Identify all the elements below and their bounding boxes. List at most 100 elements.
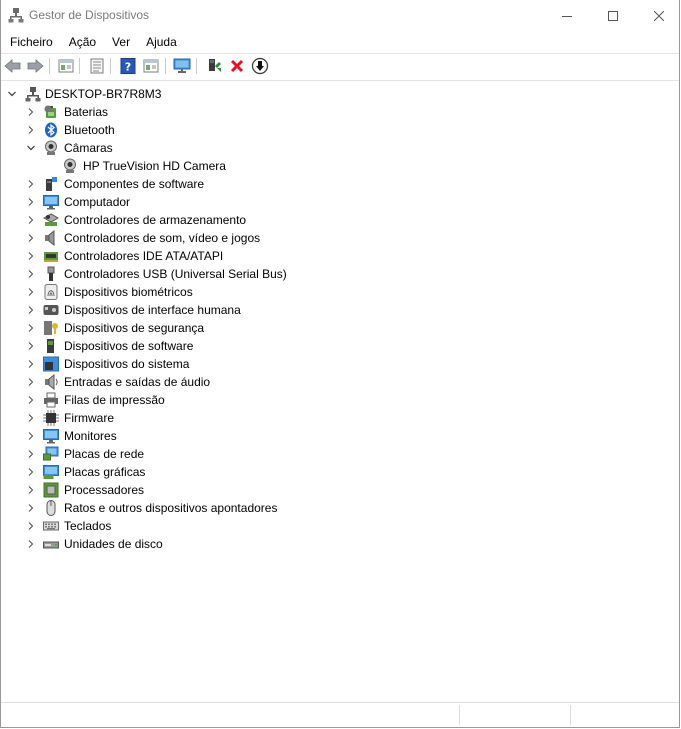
menu-bar: Ficheiro Ação Ver Ajuda	[1, 31, 679, 53]
minimize-icon	[562, 15, 572, 17]
title-bar[interactable]: Gestor de Dispositivos	[1, 0, 679, 31]
processor-icon	[43, 482, 59, 498]
close-button[interactable]	[636, 0, 681, 31]
chevron-right-icon[interactable]	[26, 431, 36, 441]
chevron-down-icon[interactable]	[26, 143, 36, 153]
menu-acao[interactable]: Ação	[61, 31, 104, 53]
storage-controller-icon	[43, 212, 59, 228]
chevron-right-icon[interactable]	[26, 377, 36, 387]
update-driver-button[interactable]	[204, 56, 224, 76]
chevron-right-icon[interactable]	[26, 503, 36, 513]
sound-icon	[43, 230, 59, 246]
chevron-right-icon[interactable]	[26, 305, 36, 315]
tree-item-label: Placas gráficas	[64, 465, 146, 479]
tree-item-label: Filas de impressão	[64, 393, 165, 407]
tree-item-label: Controladores de armazenamento	[64, 213, 247, 227]
chevron-right-icon[interactable]	[26, 125, 36, 135]
firmware-icon	[43, 410, 59, 426]
help-icon: ?	[120, 58, 136, 74]
disable-device-button[interactable]	[250, 56, 270, 76]
chevron-right-icon[interactable]	[26, 107, 36, 117]
device-manager-window: Gestor de Dispositivos Ficheiro Ação Ver…	[0, 0, 680, 728]
tree-item-label: Baterias	[64, 105, 109, 119]
status-bar-divider	[570, 705, 571, 725]
toolbar-separator	[165, 58, 166, 74]
svg-text:?: ?	[125, 61, 131, 74]
tree-item-label: Dispositivos do sistema	[64, 357, 190, 371]
camera-icon	[62, 158, 78, 174]
chevron-right-icon[interactable]	[26, 521, 36, 531]
tree-item-label: Computador	[64, 195, 131, 209]
close-icon	[654, 10, 664, 21]
chevron-right-icon[interactable]	[26, 251, 36, 261]
scan-hardware-button[interactable]	[172, 56, 192, 76]
help-button[interactable]: ?	[118, 56, 138, 76]
view-button[interactable]	[141, 56, 161, 76]
chevron-right-icon[interactable]	[26, 269, 36, 279]
bluetooth-icon	[43, 122, 59, 138]
chevron-right-icon[interactable]	[26, 395, 36, 405]
tree-item-label: Dispositivos de segurança	[64, 321, 205, 335]
forward-button[interactable]	[25, 56, 45, 76]
chevron-right-icon[interactable]	[26, 197, 36, 207]
chevron-right-icon[interactable]	[26, 467, 36, 477]
keyboard-icon	[43, 518, 59, 534]
menu-ajuda[interactable]: Ajuda	[138, 31, 185, 53]
chevron-right-icon[interactable]	[26, 179, 36, 189]
back-button[interactable]	[3, 56, 23, 76]
minimize-button[interactable]	[544, 0, 590, 31]
printer-icon	[43, 392, 59, 408]
tree-item-label: Ratos e outros dispositivos apontadores	[64, 501, 278, 515]
chevron-right-icon[interactable]	[26, 323, 36, 333]
menu-ver[interactable]: Ver	[104, 31, 138, 53]
chevron-right-icon[interactable]	[26, 485, 36, 495]
monitor-icon	[173, 58, 191, 73]
system-device-icon	[43, 356, 59, 372]
monitor-icon	[43, 428, 59, 444]
toolbar-separator	[79, 58, 80, 74]
tree-item-label: Controladores de som, vídeo e jogos	[64, 231, 261, 245]
tree-item-label: Dispositivos de interface humana	[64, 303, 241, 317]
disable-device-icon	[251, 57, 269, 75]
fingerprint-icon	[43, 284, 59, 300]
chevron-right-icon[interactable]	[26, 413, 36, 423]
display-adapter-icon	[43, 464, 59, 480]
camera-icon	[43, 140, 59, 156]
tree-item-label: Câmaras	[64, 141, 113, 155]
chevron-down-icon[interactable]	[7, 89, 17, 99]
tree-item-label: Unidades de disco	[64, 537, 163, 551]
window-title: Gestor de Dispositivos	[29, 8, 150, 22]
ide-icon	[43, 248, 59, 264]
tree-item-label: Entradas e saídas de áudio	[64, 375, 211, 389]
software-component-icon	[43, 176, 59, 192]
menu-ficheiro[interactable]: Ficheiro	[1, 31, 61, 53]
forward-arrow-icon	[27, 59, 44, 73]
chevron-right-icon[interactable]	[26, 233, 36, 243]
network-adapter-icon	[43, 446, 59, 462]
chevron-right-icon[interactable]	[26, 287, 36, 297]
mouse-icon	[43, 500, 59, 516]
chevron-right-icon[interactable]	[26, 449, 36, 459]
chevron-right-icon[interactable]	[26, 341, 36, 351]
update-list-button[interactable]	[87, 56, 107, 76]
tree-item-label: Dispositivos biométricos	[64, 285, 193, 299]
security-icon	[43, 320, 59, 336]
chevron-right-icon[interactable]	[26, 359, 36, 369]
audio-icon	[43, 374, 59, 390]
properties-button[interactable]	[56, 56, 76, 76]
uninstall-button[interactable]	[227, 56, 247, 76]
maximize-icon	[608, 10, 618, 21]
uninstall-icon	[230, 59, 244, 73]
toolbar-separator	[196, 58, 197, 74]
usb-icon	[43, 266, 59, 282]
tree-item-label: Dispositivos de software	[64, 339, 194, 353]
toolbar-separator	[49, 58, 50, 74]
toolbar: ?	[1, 54, 679, 78]
computer-tree-icon	[25, 86, 41, 102]
chevron-right-icon[interactable]	[26, 539, 36, 549]
tree-item-label: Teclados	[64, 519, 112, 533]
maximize-button[interactable]	[590, 0, 636, 31]
chevron-right-icon[interactable]	[26, 215, 36, 225]
hid-icon	[43, 302, 59, 318]
update-driver-icon	[209, 59, 221, 72]
